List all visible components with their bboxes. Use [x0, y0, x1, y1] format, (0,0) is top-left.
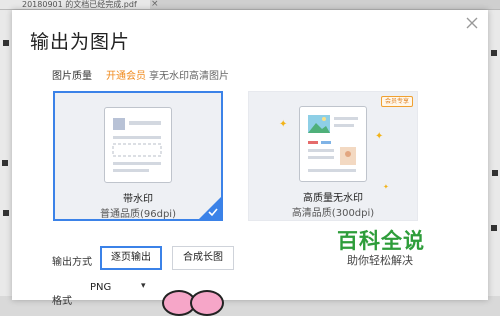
per-page-output-button[interactable]: 逐页输出	[100, 246, 162, 270]
background-mark	[3, 40, 9, 46]
output-mode-label: 输出方式	[52, 257, 92, 268]
sparkle-icon: ✦	[279, 119, 288, 130]
hd-document-thumbnail-icon	[299, 106, 367, 182]
background-tab-strip: 20180901 的文档已经完成.pdf ×	[0, 0, 500, 10]
sparkle-icon: ✦	[375, 131, 384, 142]
background-document-tab[interactable]: 20180901 的文档已经完成.pdf	[0, 0, 150, 9]
background-mark	[492, 170, 498, 176]
chevron-down-icon[interactable]: ▾	[141, 281, 146, 291]
watermark-option-card[interactable]: 带水印 普通品质(96dpi)	[53, 91, 223, 221]
watermark-option-title: 带水印	[123, 194, 153, 205]
export-image-dialog: 输出为图片 图片质量 开通会员 享无水印高清图片 带水印 普通品质(96dpi)…	[12, 10, 488, 307]
background-tab-close-icon[interactable]: ×	[151, 0, 159, 9]
open-vip-link[interactable]: 开通会员	[106, 67, 146, 82]
quality-label: 图片质量	[52, 71, 92, 82]
vip-exclusive-badge: 会员专享	[380, 96, 413, 107]
hd-option-title: 高质量无水印	[303, 193, 363, 204]
hd-document-icon	[308, 115, 358, 172]
format-select-value[interactable]: PNG	[90, 282, 111, 293]
background-document-left	[0, 10, 12, 296]
hd-option-quality: 高清品质(300dpi)	[291, 208, 375, 219]
vip-benefit-text: 享无水印高清图片	[149, 71, 229, 82]
dialog-title: 输出为图片	[30, 31, 131, 53]
sticker-decoration	[190, 290, 224, 316]
hd-no-watermark-option-card[interactable]: 会员专享 ✦ ✦ ✦ 高质量无水印 高清品质(300dpi)	[248, 91, 418, 221]
watermark-option-quality: 普通品质(96dpi)	[99, 209, 176, 220]
watermark-brand-title: 百科全说	[337, 229, 425, 253]
background-mark	[3, 210, 9, 216]
check-icon	[208, 208, 218, 217]
document-thumbnail-icon	[104, 107, 172, 183]
format-label: 格式	[52, 296, 72, 307]
close-icon[interactable]	[464, 15, 480, 31]
background-mark	[491, 50, 497, 56]
background-document-right	[488, 10, 500, 296]
watermark-document-icon	[112, 118, 162, 172]
watermark-brand-subtitle: 助你轻松解决	[347, 254, 413, 267]
merge-long-image-button[interactable]: 合成长图	[172, 246, 234, 270]
background-mark	[2, 160, 8, 166]
background-mark	[491, 225, 497, 231]
